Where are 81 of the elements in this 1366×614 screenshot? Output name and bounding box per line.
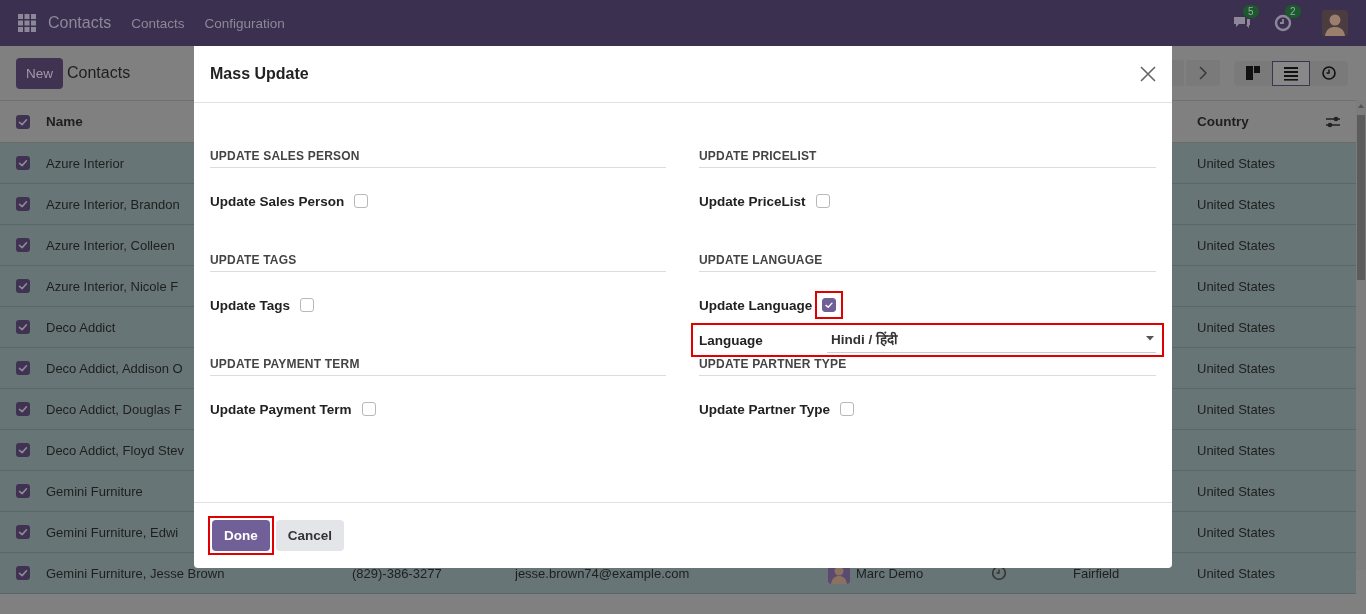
section-heading: UPDATE PARTNER TYPE — [699, 357, 1156, 376]
table-cell: (829)-386-3277 — [352, 565, 442, 581]
checkbox[interactable] — [16, 197, 30, 211]
menu-item[interactable]: Configuration — [204, 15, 285, 31]
column-settings-icon[interactable] — [1325, 114, 1341, 129]
kanban-view-icon — [1246, 65, 1260, 81]
column-header[interactable]: Country — [1197, 114, 1249, 129]
column-header[interactable]: Name — [46, 114, 83, 129]
field-label: Update Partner Type — [699, 401, 831, 417]
cancel-button[interactable]: Cancel — [275, 520, 345, 551]
breadcrumb: Contacts — [67, 64, 131, 82]
clock-icon — [1322, 65, 1336, 81]
menu-item[interactable]: Contacts — [131, 15, 185, 31]
checkbox[interactable] — [16, 484, 30, 498]
table-cell: United States — [1197, 360, 1276, 376]
table-cell: United States — [1197, 319, 1276, 335]
checkbox[interactable] — [16, 443, 30, 457]
close-icon[interactable] — [1140, 66, 1156, 82]
message-count-badge: 5 — [1243, 5, 1259, 18]
section-heading: UPDATE PRICELIST — [699, 149, 1156, 168]
table-cell: Marc Demo — [856, 565, 924, 581]
done-button[interactable]: Done — [212, 520, 270, 551]
checkbox[interactable] — [16, 320, 30, 334]
section-heading: UPDATE SALES PERSON — [210, 149, 666, 168]
checkbox[interactable] — [16, 361, 30, 375]
table-cell: Deco Addict — [46, 319, 116, 335]
list-view-icon — [1284, 65, 1298, 81]
table-cell: Fairfield — [1073, 565, 1120, 581]
table-cell: United States — [1197, 237, 1276, 253]
table-cell: Gemini Furniture, Jesse Brown — [46, 565, 225, 581]
table-cell: Azure Interior, Brandon — [46, 196, 180, 212]
table-cell: United States — [1197, 401, 1276, 417]
table-cell: United States — [1197, 278, 1276, 294]
field-label: Update Language — [699, 297, 813, 313]
checkbox[interactable] — [16, 566, 30, 580]
checkbox[interactable] — [16, 525, 30, 539]
table-cell: United States — [1197, 155, 1276, 171]
table-cell: United States — [1197, 196, 1276, 212]
field-label: Update PriceList — [699, 193, 806, 209]
table-cell: Azure Interior, Nicole F — [46, 278, 179, 294]
language-select[interactable]: Hindi / हिंदी — [827, 327, 1156, 353]
checkbox[interactable] — [16, 279, 30, 293]
user-avatar[interactable] — [1322, 10, 1348, 36]
table-cell: Deco Addict, Addison O — [46, 360, 183, 376]
checkbox[interactable] — [300, 298, 314, 312]
section-heading: UPDATE TAGS — [210, 253, 666, 272]
caret-icon — [1146, 336, 1154, 341]
apps-menu-icon[interactable] — [18, 14, 36, 32]
field-label: Update Sales Person — [210, 193, 345, 209]
field-label: Update Payment Term — [210, 401, 352, 417]
checkbox[interactable] — [16, 238, 30, 252]
checkbox[interactable] — [361, 402, 376, 416]
table-cell: Azure Interior — [46, 155, 125, 171]
table-cell: United States — [1197, 524, 1276, 540]
table-cell: Gemini Furniture, Edwi — [46, 524, 179, 540]
field-label: Update Tags — [210, 297, 290, 313]
activity-count-badge: 2 — [1285, 5, 1301, 18]
new-button[interactable]: New — [16, 57, 63, 89]
table-cell: Azure Interior, Colleen — [46, 237, 175, 253]
checkbox[interactable] — [354, 194, 369, 208]
table-cell: Deco Addict, Floyd Stev — [46, 442, 184, 458]
checkbox[interactable] — [840, 402, 855, 416]
table-cell: United States — [1197, 483, 1276, 499]
next-icon[interactable] — [1186, 60, 1220, 86]
table-cell: United States — [1197, 565, 1276, 581]
app-name[interactable]: Contacts — [48, 14, 112, 32]
section-heading: UPDATE PAYMENT TERM — [210, 357, 666, 376]
view-switch-button[interactable] — [1272, 60, 1310, 86]
checkbox[interactable] — [16, 114, 30, 129]
table-cell: Deco Addict, Douglas F — [46, 401, 182, 417]
checkbox[interactable] — [815, 194, 830, 208]
table-cell: United States — [1197, 442, 1276, 458]
field-label: Language — [699, 332, 764, 348]
section-heading: UPDATE LANGUAGE — [699, 253, 1156, 272]
checkbox[interactable] — [16, 156, 30, 170]
clock-icon[interactable] — [991, 565, 1007, 581]
checkbox[interactable] — [16, 402, 30, 416]
dialog-title: Mass Update — [210, 65, 309, 83]
checkbox[interactable] — [822, 298, 837, 312]
table-cell: Gemini Furniture — [46, 483, 143, 499]
table-cell: jesse.brown74@example.com — [515, 565, 690, 581]
